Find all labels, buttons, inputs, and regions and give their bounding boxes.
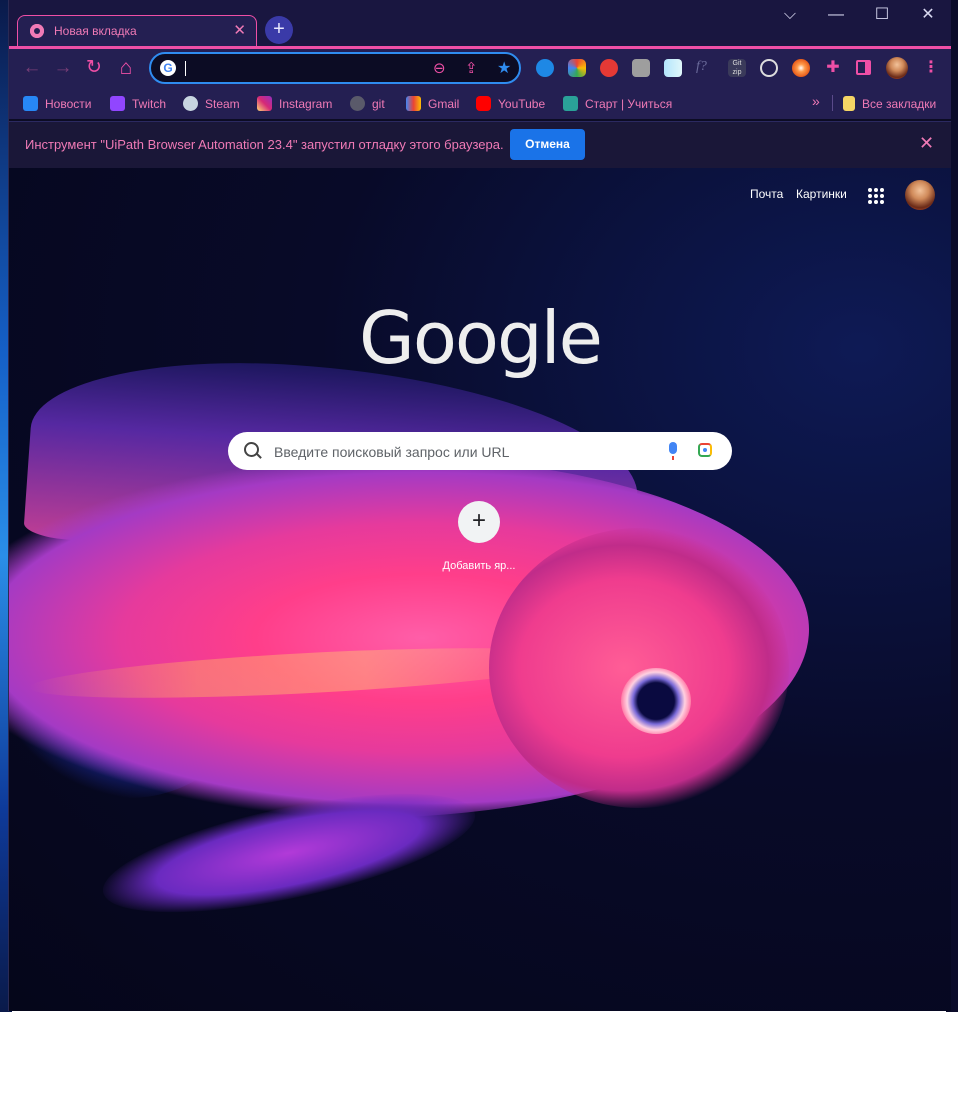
google-logo: Google: [359, 296, 603, 380]
folder-icon: [843, 96, 855, 111]
debugging-infobar: Инструмент "UiPath Browser Automation 23…: [9, 121, 951, 169]
bookmark-start-learn[interactable]: Старт | Учиться: [563, 96, 672, 112]
extensions-puzzle-icon[interactable]: ✚: [824, 59, 842, 77]
book-icon: [563, 96, 578, 111]
add-shortcut-label: Добавить яр...: [442, 560, 516, 572]
side-panel-icon[interactable]: [856, 60, 871, 75]
search-box[interactable]: Введите поисковый запрос или URL: [228, 432, 732, 470]
home-button[interactable]: ⌂: [115, 57, 137, 79]
bookmarks-bar: Новости Twitch Steam Instagram git Gmail…: [9, 87, 951, 119]
text-caret: [185, 61, 186, 76]
bookmark-label: Старт | Учиться: [585, 97, 673, 111]
cancel-debug-button[interactable]: Отмена: [510, 129, 585, 160]
address-bar[interactable]: G ⊖ ⇪ ★: [149, 52, 521, 84]
extension-swirl-icon[interactable]: [792, 59, 810, 77]
extension-page-icon[interactable]: [664, 59, 682, 77]
search-icon: [244, 442, 259, 457]
reload-button[interactable]: ↻: [83, 57, 105, 79]
twitch-icon: [110, 96, 125, 111]
minimize-button[interactable]: —: [813, 4, 859, 28]
extension-fx-icon[interactable]: f?: [696, 59, 714, 77]
bookmark-label: Steam: [205, 97, 240, 111]
back-button[interactable]: ←: [21, 57, 43, 79]
add-shortcut-button[interactable]: +: [458, 501, 500, 543]
tab-new-tab[interactable]: Новая вкладка ✕: [17, 15, 257, 46]
profile-avatar[interactable]: [886, 57, 908, 79]
bookmark-label: Instagram: [279, 97, 333, 111]
bookmark-gmail[interactable]: Gmail: [406, 96, 459, 112]
search-placeholder: Введите поисковый запрос или URL: [274, 444, 510, 460]
new-tab-button[interactable]: +: [265, 16, 293, 44]
instagram-icon: [257, 96, 272, 111]
youtube-icon: [476, 96, 491, 111]
google-apps-icon[interactable]: [868, 188, 884, 204]
extension-compass-icon[interactable]: [760, 59, 778, 77]
bookmarks-overflow-button[interactable]: »: [812, 93, 820, 109]
bookmark-youtube[interactable]: YouTube: [476, 96, 545, 112]
bookmarks-divider: [832, 95, 833, 111]
google-lens-icon[interactable]: [698, 443, 712, 457]
vk-icon: [23, 96, 38, 111]
gmail-link[interactable]: Почта: [750, 187, 783, 201]
title-bar: Новая вкладка ✕ + ⌵ — ☐ ✕: [9, 0, 951, 48]
new-tab-page: Почта Картинки Google Введите поисковый …: [9, 168, 951, 1011]
fish-eye: [621, 668, 691, 734]
chrome-icon: [30, 24, 44, 38]
extension-play-icon[interactable]: [536, 59, 554, 77]
forward-button[interactable]: →: [52, 57, 74, 79]
tab-close-icon[interactable]: ✕: [233, 21, 246, 39]
bookmark-label: YouTube: [498, 97, 546, 111]
tab-search-icon[interactable]: ⌵: [767, 4, 813, 28]
images-link[interactable]: Картинки: [796, 187, 847, 201]
github-icon: [350, 96, 365, 111]
menu-dots-icon[interactable]: ⋮: [922, 59, 940, 77]
tab-title: Новая вкладка: [54, 24, 137, 38]
microphone-icon[interactable]: [669, 442, 677, 460]
close-window-button[interactable]: ✕: [905, 4, 951, 28]
all-bookmarks-button[interactable]: Все закладки: [843, 96, 936, 112]
bookmark-git[interactable]: git: [350, 96, 385, 112]
gmail-icon: [406, 96, 421, 111]
browser-window: Новая вкладка ✕ + ⌵ — ☐ ✕ ← → ↻ ⌂ G ⊖ ⇪ …: [8, 0, 951, 1011]
extension-hand-icon[interactable]: [600, 59, 618, 77]
google-g-icon: G: [160, 60, 176, 76]
bookmark-twitch[interactable]: Twitch: [110, 96, 166, 112]
bookmark-label: Все закладки: [862, 97, 937, 111]
bookmark-novosti[interactable]: Новости: [23, 96, 91, 112]
extension-colorpicker-icon[interactable]: [568, 59, 586, 77]
bookmark-label: git: [372, 97, 385, 111]
share-icon[interactable]: ⇪: [465, 59, 478, 77]
bookmark-steam[interactable]: Steam: [183, 96, 240, 112]
extension-gitzip-icon[interactable]: Git zip: [728, 59, 746, 77]
bookmark-star-icon[interactable]: ★: [497, 58, 511, 78]
zoom-icon[interactable]: ⊖: [433, 59, 446, 77]
bookmark-instagram[interactable]: Instagram: [257, 96, 332, 112]
extension-puzzle-photo-icon[interactable]: [632, 59, 650, 77]
bookmark-label: Gmail: [428, 97, 460, 111]
infobar-close-icon[interactable]: ✕: [919, 133, 934, 154]
account-avatar[interactable]: [905, 180, 935, 210]
bookmark-label: Новости: [45, 97, 92, 111]
infobar-message: Инструмент "UiPath Browser Automation 23…: [25, 137, 504, 152]
maximize-button[interactable]: ☐: [859, 4, 905, 28]
steam-icon: [183, 96, 198, 111]
bookmark-label: Twitch: [132, 97, 167, 111]
